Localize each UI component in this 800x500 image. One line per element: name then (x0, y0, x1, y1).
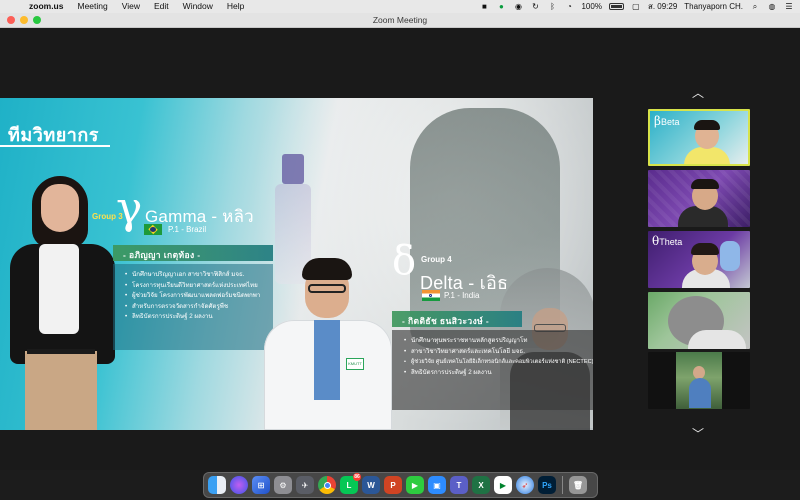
window-controls (7, 16, 41, 24)
gamma-fullname: - อภิญญา เกตุท้อง - (123, 250, 201, 260)
camera-status-icon[interactable]: ■ (479, 2, 489, 11)
close-window-button[interactable] (7, 16, 15, 24)
line-icon[interactable]: L 86 (340, 473, 361, 494)
meeting-content: ทีมวิทยากร Group 3 γ Gamma - หลิว P.1 - … (0, 29, 800, 470)
trash-icon[interactable]: 🗑 (569, 476, 587, 494)
brazil-flag-icon (144, 224, 162, 235)
window-titlebar: Zoom Meeting (0, 13, 800, 28)
teams-icon[interactable]: T (450, 476, 468, 494)
delta-bullet: สาขาวิชาวิทยาศาสตร์และเทคโนโลยี มจธ. (404, 347, 587, 358)
line-status-icon[interactable]: ● (496, 2, 506, 11)
gamma-bullet: นักศึกษาปริญญาเอก สาขาวิชาฟิสิกส์ มจธ. (125, 270, 267, 281)
launchpad-icon[interactable]: ⊞ (252, 476, 270, 494)
dock-separator (562, 476, 563, 494)
chrome-icon[interactable] (318, 476, 336, 494)
meet-icon[interactable]: ▶ (494, 476, 512, 494)
speaker-delta-photo: KMUTT (258, 258, 398, 430)
siri-icon[interactable] (230, 476, 248, 494)
delta-country: P.1 - India (444, 291, 480, 300)
siri-menubar-icon[interactable]: ◍ (767, 2, 777, 11)
word-icon[interactable]: W (362, 476, 380, 494)
scroll-up-arrow-icon[interactable]: ︿ (688, 86, 708, 100)
participant-tile-5[interactable] (648, 352, 750, 409)
participant-label: βBeta (654, 114, 680, 128)
menu-meeting[interactable]: Meeting (70, 0, 114, 13)
delta-fullname: - กิตติธัช ธนสิวะวงษ์ - (402, 316, 490, 326)
sync-status-icon[interactable]: ↻ (530, 2, 540, 11)
delta-bullet: ผู้ช่วยวิจัย ศูนย์เทคโนโลยีอิเล็กทรอนิกส… (404, 357, 593, 368)
delta-group-label: Group 4 (421, 255, 452, 264)
search-icon[interactable]: ⌕ (750, 2, 760, 11)
delta-info-box: นักศึกษาทุนพระราชทานหลักสูตรปริญญาโท สาข… (392, 330, 593, 410)
zoom-icon[interactable]: ▣ (428, 476, 446, 494)
fullscreen-window-button[interactable] (33, 16, 41, 24)
gamma-bullet: สำหรับการตรวจวัดสารกำจัดศัตรูพืช (125, 302, 267, 313)
finder-icon[interactable] (208, 476, 226, 494)
coat-logo: KMUTT (346, 358, 364, 370)
wifi-icon[interactable]: ◔ (564, 2, 574, 11)
eye-status-icon[interactable]: ◉ (513, 2, 523, 11)
minimize-window-button[interactable] (20, 16, 28, 24)
photoshop-icon[interactable]: Ps (538, 476, 556, 494)
user-name[interactable]: Thanyaporn CH. (684, 2, 743, 11)
shared-screen-slide: ทีมวิทยากร Group 3 γ Gamma - หลิว P.1 - … (0, 98, 593, 430)
participant-tile-beta[interactable]: βBeta (648, 109, 750, 166)
delta-bullet: นักศึกษาทุนพระราชทานหลักสูตรปริญญาโท (404, 336, 587, 347)
powerpoint-icon[interactable]: P (384, 476, 402, 494)
menu-edit[interactable]: Edit (147, 0, 176, 13)
window-title: Zoom Meeting (372, 15, 428, 25)
menu-view[interactable]: View (115, 0, 147, 13)
facetime-icon[interactable]: ▶ (406, 476, 424, 494)
participant-tile-4[interactable] (648, 292, 750, 349)
battery-icon[interactable] (608, 3, 624, 10)
participant-label: θTheta (652, 234, 683, 248)
gamma-symbol: γ (116, 183, 143, 234)
zoom-window: Zoom Meeting ทีมวิทยากร Group 3 γ Gamma … (0, 13, 800, 470)
safari-icon[interactable]: ➶ (516, 476, 534, 494)
title-underline (0, 145, 110, 147)
gamma-bullet: ลิทธิบัตรการประดิษฐ์ 2 ผลงาน (125, 312, 267, 323)
gamma-fullname-band: - อภิญญา เกตุท้อง - (113, 245, 273, 261)
delta-bullet: สิทธิบัตรการประดิษฐ์ 2 ผลงาน (404, 368, 587, 379)
system-preferences-icon[interactable]: ⚙ (274, 476, 292, 494)
gamma-country: P.1 - Brazil (168, 225, 207, 234)
gamma-bullet: ผู้ช่วยวิจัย โครงการพัฒนาแพลตฟอร์มชนิดพก… (125, 291, 267, 302)
delta-fullname-band: - กิตติธัช ธนสิวะวงษ์ - (392, 311, 522, 327)
menu-app-name[interactable]: zoom.us (22, 0, 70, 13)
scroll-down-arrow-icon[interactable]: ﹀ (688, 427, 708, 441)
participant-tile-theta[interactable]: θTheta (648, 231, 750, 288)
excel-icon[interactable]: X (472, 476, 490, 494)
menu-bar-status: ■ ● ◉ ↻ ᛒ ◔ 100% ▢ ส. 09:29 Thanyaporn C… (479, 0, 794, 13)
clock[interactable]: ส. 09:29 (648, 0, 677, 13)
participant-tile-2[interactable] (648, 170, 750, 227)
macos-menu-bar: zoom.us Meeting View Edit Window Help ■ … (0, 0, 800, 13)
macos-dock: ⊞ ⚙ ✈ L 86 W P ▶ ▣ T X ▶ ➶ Ps 🗑 (203, 472, 598, 498)
gamma-info-box: นักศึกษาปริญญาเอก สาขาวิชาฟิสิกส์ มจธ. โ… (113, 264, 273, 350)
gamma-bullet: โครงการทุนเรียนดีวิทยาศาสตร์แห่งประเทศไท… (125, 281, 267, 292)
menu-window[interactable]: Window (176, 0, 220, 13)
menu-help[interactable]: Help (220, 0, 251, 13)
background-vial (282, 154, 304, 184)
notification-center-icon[interactable]: ☰ (784, 2, 794, 11)
delta-symbol: δ (392, 238, 417, 284)
bluetooth-icon[interactable]: ᛒ (547, 2, 557, 11)
menu-bar-left: zoom.us Meeting View Edit Window Help (0, 0, 251, 13)
control-center-icon[interactable]: ▢ (631, 2, 641, 11)
battery-percent: 100% (581, 2, 602, 11)
india-flag-icon (422, 290, 440, 301)
rocket-icon[interactable]: ✈ (296, 476, 314, 494)
